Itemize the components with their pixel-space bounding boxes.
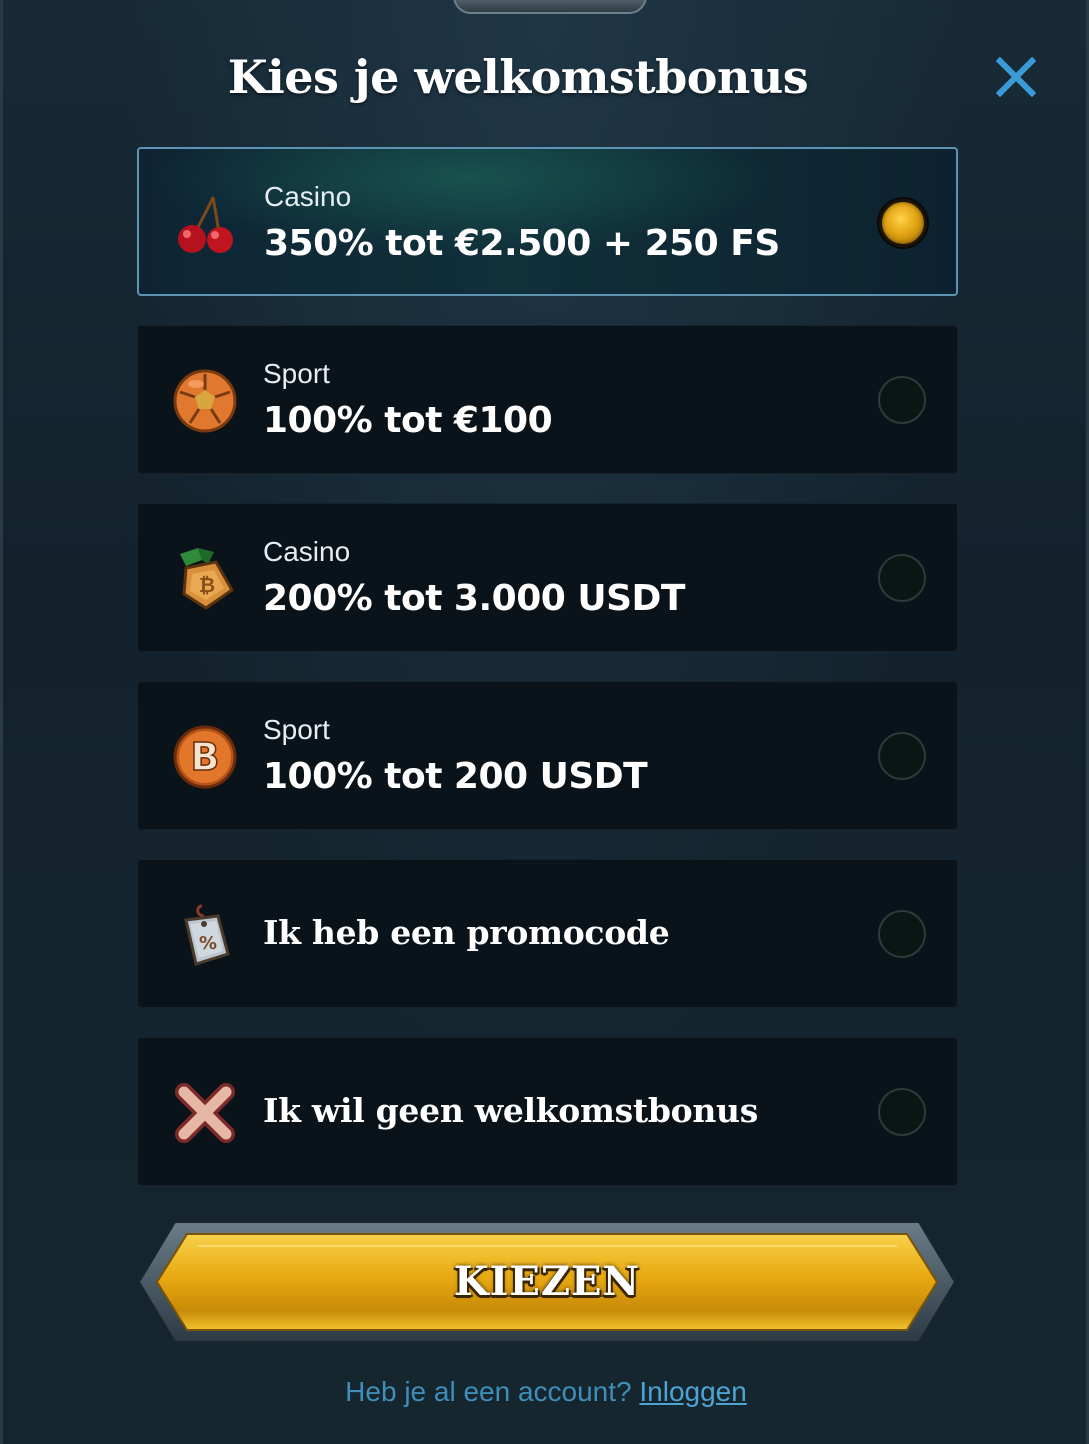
- radio-unselected[interactable]: [878, 1088, 926, 1136]
- bitcoin-medal-icon: ₿: [180, 548, 234, 610]
- option-amount: 350% tot €2.500 + 250 FS: [264, 223, 780, 264]
- option-label: Ik wil geen welkomstbonus: [263, 1091, 759, 1130]
- login-link[interactable]: Inloggen: [639, 1376, 746, 1407]
- football-icon: [173, 369, 237, 433]
- modal-title: Kies je welkomstbonus: [227, 50, 809, 104]
- radio-unselected[interactable]: [878, 732, 926, 780]
- svg-text:₿: ₿: [199, 573, 215, 597]
- top-ornament: [453, 0, 647, 14]
- kiezen-button-label: KIEZEN: [453, 1258, 641, 1305]
- option-amount: 100% tot 200 USDT: [263, 756, 648, 797]
- bonus-option-casino-usdt[interactable]: ₿ Casino 200% tot 3.000 USDT: [137, 503, 958, 652]
- radio-unselected[interactable]: [878, 376, 926, 424]
- option-category: Sport: [263, 714, 330, 745]
- kiezen-button[interactable]: KIEZEN: [137, 1220, 957, 1344]
- radio-unselected[interactable]: [878, 554, 926, 602]
- login-question: Heb je al een account?: [345, 1376, 632, 1407]
- bonus-option-promocode[interactable]: % Ik heb een promocode: [137, 859, 958, 1008]
- bonus-option-sport-eur[interactable]: Sport 100% tot €100: [137, 325, 958, 474]
- option-amount: 100% tot €100: [263, 400, 553, 441]
- welcome-bonus-modal: Kies je welkomstbonus Casino 350% tot €2…: [0, 0, 1089, 1444]
- bonus-option-sport-usdt[interactable]: B Sport 100% tot 200 USDT: [137, 681, 958, 830]
- option-category: Casino: [263, 536, 351, 567]
- bitcoin-coin-icon: B: [173, 725, 237, 789]
- close-icon: [995, 56, 1037, 98]
- option-label: Ik heb een promocode: [263, 913, 670, 952]
- option-category: Casino: [264, 181, 352, 212]
- cross-icon: [175, 1083, 235, 1143]
- option-amount: 200% tot 3.000 USDT: [263, 578, 685, 619]
- option-category: Sport: [263, 358, 330, 389]
- login-prompt: Heb je al een account? Inloggen: [3, 1376, 1089, 1408]
- bonus-option-casino-eur[interactable]: Casino 350% tot €2.500 + 250 FS: [137, 147, 958, 296]
- svg-text:%: %: [199, 933, 217, 954]
- svg-text:B: B: [191, 735, 220, 779]
- promo-tag-icon: %: [184, 904, 230, 966]
- radio-unselected[interactable]: [878, 910, 926, 958]
- bonus-option-none[interactable]: Ik wil geen welkomstbonus: [137, 1037, 958, 1186]
- cherries-icon: [178, 196, 233, 253]
- close-button[interactable]: [991, 52, 1041, 102]
- radio-selected[interactable]: [879, 199, 927, 247]
- bonus-options-list: Casino 350% tot €2.500 + 250 FS Sport 10…: [137, 147, 958, 1215]
